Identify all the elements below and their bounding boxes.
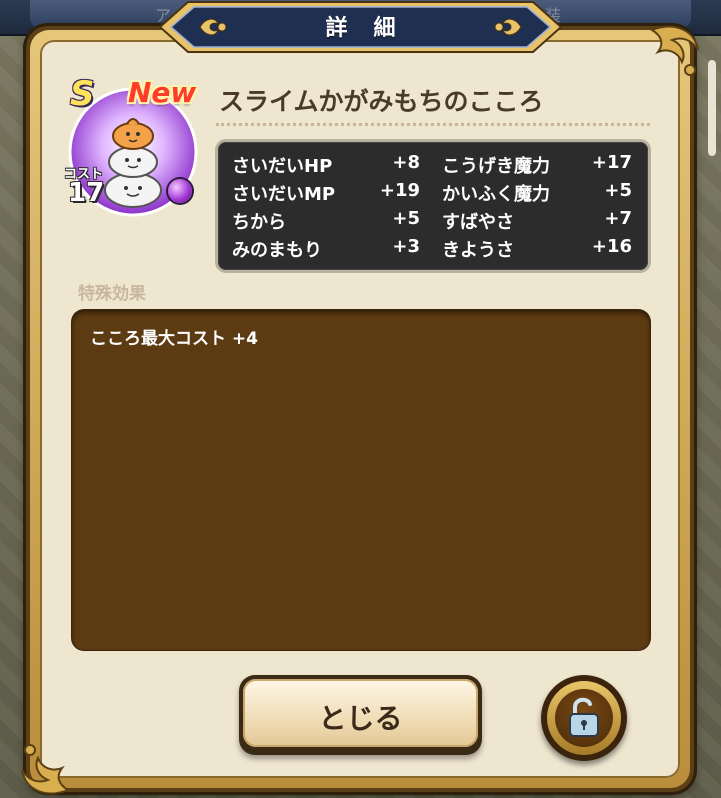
stat-label: すばやさ [442,212,514,233]
name-divider [216,123,650,126]
stats-panel: さいだいHP +8 さいだいMP +19 ちから +5 みのまもり +3 こうげ… [218,142,648,270]
corner-ornament-icon [21,744,71,795]
dialog-title: 詳細 [325,16,422,41]
color-orb-icon [168,179,192,203]
close-button[interactable]: とじる [239,675,482,755]
stat-value: +19 [379,180,420,201]
lock-button-core [555,689,613,747]
stat-value: +8 [392,152,420,173]
stat-label: さいだいMP [232,184,336,205]
rank-badge: S [70,74,95,114]
close-button-face: とじる [243,679,478,747]
stat-value: +16 [591,236,632,257]
stat-label: さいだいHP [232,156,333,177]
special-effects-box: こころ最大コスト +4 [72,310,650,650]
stat-value: +17 [591,152,632,173]
corner-ornament-icon [649,25,699,76]
new-badge: New [128,76,197,109]
stat-label: きようさ [442,240,514,261]
stat-value: +3 [392,236,420,257]
stat-value: +5 [392,208,420,229]
stat-value: +5 [604,180,632,201]
cost-value: 17 [68,178,105,208]
stat-value: +7 [604,208,632,229]
slime-kagami-mochi-icon [104,118,162,208]
close-button-label: とじる [318,702,403,735]
special-effect-text: こころ最大コスト +4 [90,329,258,349]
special-effects-label: 特殊効果 [78,284,146,304]
lock-button-ring [547,681,621,755]
unlocked-padlock-icon [569,697,599,737]
scrollbar[interactable] [708,60,716,156]
dialog-title-plate: 詳細 [158,0,563,54]
stat-label: みのまもり [232,240,322,261]
item-name: スライムかがみもちのこころ [219,87,544,116]
stat-label: ちから [232,212,286,233]
lock-button[interactable] [541,675,627,761]
stat-label: かいふく魔力 [442,184,550,205]
stat-label: こうげき魔力 [442,156,550,177]
